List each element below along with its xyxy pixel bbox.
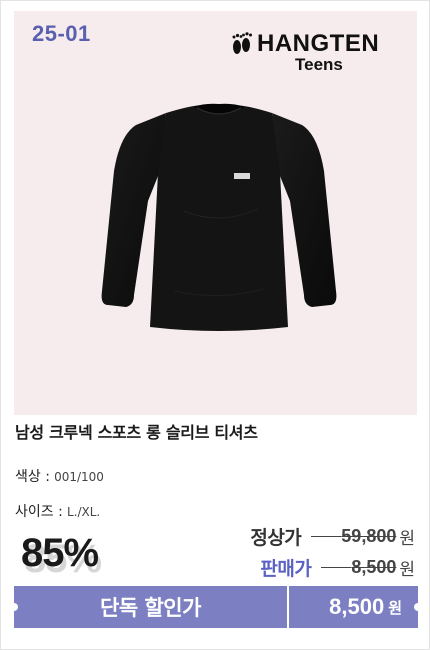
exclusive-discount-label: 단독 할인가 bbox=[100, 596, 201, 620]
ticket-notch bbox=[10, 603, 18, 611]
product-photo-shirt bbox=[101, 103, 337, 331]
regular-price-row: 정상가 59,800 원 bbox=[250, 522, 415, 550]
brand-name: HANGTEN bbox=[257, 30, 380, 57]
sale-price-label: 판매가 bbox=[260, 557, 312, 580]
product-card[interactable]: 25-01 HANGTEN Teens 남성 크루넥 스포츠 롱 슬리브 티셔츠… bbox=[0, 0, 430, 650]
spec-color: 색상 : 001/100 bbox=[15, 466, 104, 486]
product-title[interactable]: 남성 크루넥 스포츠 롱 슬리브 티셔츠 bbox=[15, 419, 258, 443]
spec-color-value: 001/100 bbox=[54, 470, 104, 484]
spec-color-key: 색상 : bbox=[15, 469, 50, 485]
exclusive-discount-bar[interactable]: 단독 할인가 8,500 원 bbox=[10, 586, 422, 628]
spec-size-key: 사이즈 : bbox=[15, 504, 63, 520]
sale-price-row: 판매가 8,500 원 bbox=[260, 553, 415, 581]
regular-price-unit: 원 bbox=[399, 528, 415, 549]
exclusive-discount-price-box[interactable]: 8,500 원 bbox=[289, 586, 422, 628]
product-code: 25-01 bbox=[32, 21, 91, 46]
regular-price-label: 정상가 bbox=[250, 526, 302, 549]
exclusive-discount-price: 8,500 bbox=[329, 594, 385, 619]
sale-price-unit: 원 bbox=[399, 559, 415, 580]
exclusive-discount-label-box[interactable]: 단독 할인가 bbox=[10, 586, 287, 628]
sale-price-amount: 8,500 bbox=[351, 556, 397, 577]
strike-dash bbox=[311, 535, 342, 537]
brand-logo: HANGTEN Teens bbox=[225, 29, 395, 74]
product-image-panel[interactable]: 25-01 HANGTEN Teens bbox=[14, 11, 417, 415]
spec-size-value: L./XL. bbox=[66, 505, 101, 519]
ticket-notch bbox=[414, 603, 422, 611]
regular-price-amount: 59,800 bbox=[341, 525, 397, 546]
discount-rate: 85% bbox=[21, 531, 99, 575]
footprints-logo-icon bbox=[232, 32, 252, 54]
spec-size: 사이즈 : L./XL. bbox=[15, 501, 100, 521]
strike-dash bbox=[321, 566, 352, 568]
brand-subline: Teens bbox=[295, 55, 343, 74]
exclusive-discount-unit: 원 bbox=[388, 598, 402, 617]
